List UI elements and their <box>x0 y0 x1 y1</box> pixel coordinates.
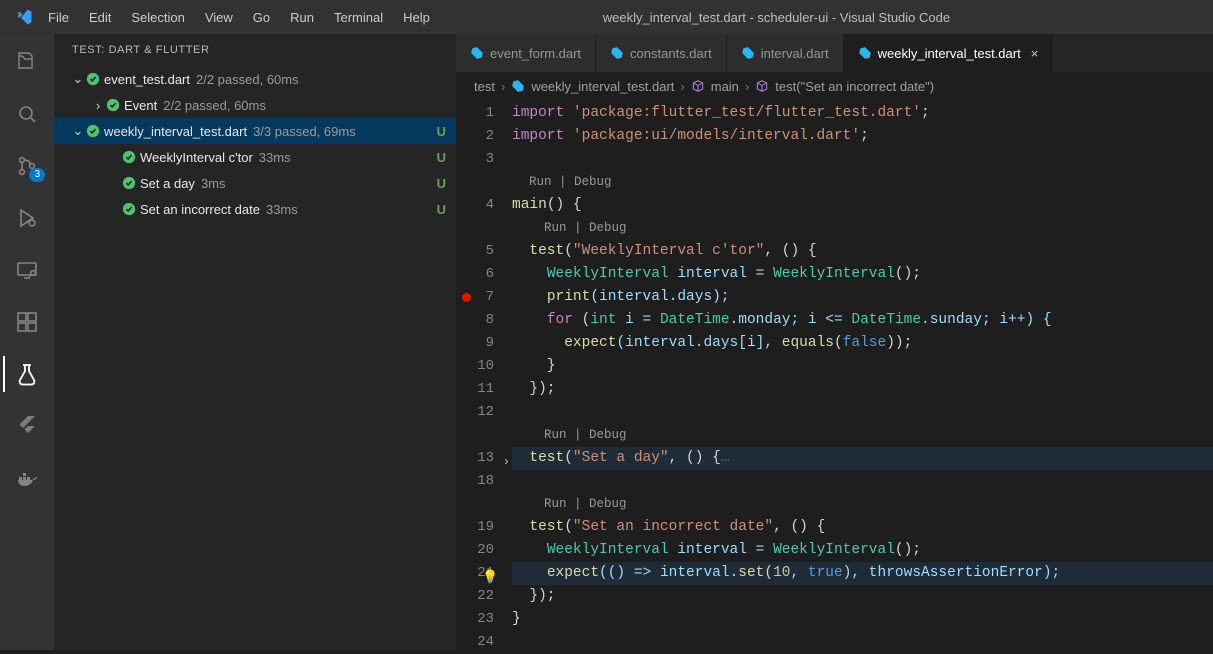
test-pass-icon <box>122 150 140 164</box>
chevron-right-icon: › <box>680 79 684 94</box>
test-tree-item[interactable]: › Event 2/2 passed, 60ms <box>54 92 456 118</box>
flutter-icon[interactable] <box>3 406 51 446</box>
codelens[interactable]: Run | Debug <box>512 424 1213 447</box>
editor-tab[interactable]: constants.dart <box>596 34 727 72</box>
tab-label: constants.dart <box>630 46 712 61</box>
test-item-label: Set an incorrect date <box>140 202 260 217</box>
chevron-icon[interactable]: ⌄ <box>70 71 86 87</box>
test-tree-item[interactable]: ⌄ event_test.dart 2/2 passed, 60ms <box>54 66 456 92</box>
menu-go[interactable]: Go <box>245 6 278 29</box>
editor-tab[interactable]: weekly_interval_test.dart × <box>844 34 1054 72</box>
menu-terminal[interactable]: Terminal <box>326 6 391 29</box>
bc-file[interactable]: weekly_interval_test.dart <box>531 79 674 94</box>
test-sidebar: TEST: DART & FLUTTER ⌄ event_test.dart 2/2… <box>54 34 456 650</box>
editor-area: event_form.dart constants.dart interval.da… <box>456 34 1213 650</box>
test-item-label: WeeklyInterval c'tor <box>140 150 253 165</box>
chevron-icon[interactable]: ⌄ <box>70 123 86 139</box>
chevron-right-icon: › <box>501 79 505 94</box>
tab-label: weekly_interval_test.dart <box>878 46 1021 61</box>
run-debug-icon[interactable] <box>3 198 51 238</box>
code-editor[interactable]: 12345678910111213›181920💡21222324 import… <box>456 100 1213 650</box>
extensions-icon[interactable] <box>3 302 51 342</box>
close-icon[interactable]: × <box>1027 46 1039 61</box>
test-item-meta: 33ms <box>259 150 291 165</box>
activity-bar: 3 <box>0 34 54 650</box>
dart-file-icon <box>511 79 525 93</box>
test-item-meta: 3ms <box>201 176 226 191</box>
breakpoint-icon[interactable] <box>462 293 471 302</box>
explorer-icon[interactable] <box>3 42 51 82</box>
editor-tab[interactable]: interval.dart <box>727 34 844 72</box>
vcs-status: U <box>437 176 446 191</box>
test-tree-item[interactable]: WeeklyInterval c'tor 33ms U <box>54 144 456 170</box>
test-item-label: Event <box>124 98 157 113</box>
test-tree-item[interactable]: Set an incorrect date 33ms U <box>54 196 456 222</box>
code-content[interactable]: import 'package:flutter_test/flutter_tes… <box>512 100 1213 650</box>
gutter: 12345678910111213›181920💡21222324 <box>456 100 512 650</box>
test-pass-icon <box>86 72 104 86</box>
chevron-right-icon: › <box>745 79 749 94</box>
test-item-meta: 2/2 passed, 60ms <box>196 72 299 87</box>
test-item-label: weekly_interval_test.dart <box>104 124 247 139</box>
title-bar: File Edit Selection View Go Run Terminal… <box>0 0 1213 34</box>
chevron-icon[interactable]: › <box>90 98 106 113</box>
test-item-meta: 33ms <box>266 202 298 217</box>
editor-tab[interactable]: event_form.dart <box>456 34 596 72</box>
scm-badge: 3 <box>29 168 45 182</box>
breadcrumbs[interactable]: test › weekly_interval_test.dart › main … <box>456 72 1213 100</box>
menu-bar: File Edit Selection View Go Run Terminal… <box>40 6 438 29</box>
cube-icon <box>755 79 769 93</box>
test-pass-icon <box>122 202 140 216</box>
docker-icon[interactable] <box>3 458 51 498</box>
menu-file[interactable]: File <box>40 6 77 29</box>
test-item-meta: 2/2 passed, 60ms <box>163 98 266 113</box>
codelens[interactable]: Run | Debug <box>512 217 1213 240</box>
testing-icon[interactable] <box>3 354 51 394</box>
test-tree-item[interactable]: ⌄ weekly_interval_test.dart 3/3 passed, 69… <box>54 118 456 144</box>
menu-edit[interactable]: Edit <box>81 6 119 29</box>
test-pass-icon <box>86 124 104 138</box>
window-title: weekly_interval_test.dart - scheduler-ui… <box>438 10 1115 25</box>
vcs-status: U <box>437 150 446 165</box>
test-tree-item[interactable]: Set a day 3ms U <box>54 170 456 196</box>
sidebar-title: TEST: DART & FLUTTER <box>54 34 456 66</box>
test-pass-icon <box>122 176 140 190</box>
vscode-logo-icon <box>8 8 40 26</box>
tab-label: interval.dart <box>761 46 829 61</box>
editor-tabs: event_form.dart constants.dart interval.da… <box>456 34 1213 72</box>
test-item-meta: 3/3 passed, 69ms <box>253 124 356 139</box>
menu-run[interactable]: Run <box>282 6 322 29</box>
test-pass-icon <box>106 98 124 112</box>
test-item-label: event_test.dart <box>104 72 190 87</box>
menu-selection[interactable]: Selection <box>123 6 192 29</box>
source-control-icon[interactable]: 3 <box>3 146 51 186</box>
menu-help[interactable]: Help <box>395 6 438 29</box>
bc-test[interactable]: test("Set an incorrect date") <box>775 79 934 94</box>
search-icon[interactable] <box>3 94 51 134</box>
remote-icon[interactable] <box>3 250 51 290</box>
cube-icon <box>691 79 705 93</box>
codelens[interactable]: Run | Debug <box>512 493 1213 516</box>
bc-main[interactable]: main <box>711 79 739 94</box>
menu-view[interactable]: View <box>197 6 241 29</box>
codelens[interactable]: Run | Debug <box>512 171 1213 194</box>
vcs-status: U <box>437 124 446 139</box>
vcs-status: U <box>437 202 446 217</box>
test-tree: ⌄ event_test.dart 2/2 passed, 60ms › Event 2/… <box>54 66 456 222</box>
bc-folder[interactable]: test <box>474 79 495 94</box>
test-item-label: Set a day <box>140 176 195 191</box>
tab-label: event_form.dart <box>490 46 581 61</box>
